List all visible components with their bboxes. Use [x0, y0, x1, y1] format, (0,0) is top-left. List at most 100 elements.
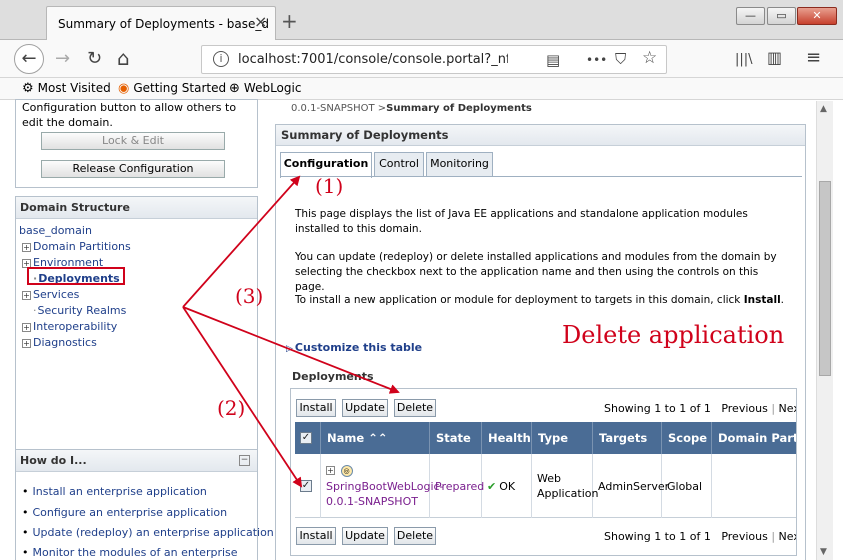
- column-scope[interactable]: Scope: [662, 422, 712, 454]
- back-icon[interactable]: ←: [14, 44, 44, 74]
- app-name-link[interactable]: SpringBootWebLogic- 0.0.1-SNAPSHOT: [326, 479, 444, 509]
- state-value[interactable]: Prepared: [435, 480, 484, 493]
- page-title: Summary of Deployments: [276, 125, 805, 146]
- description-paragraph-3: To install a new application or module f…: [295, 294, 785, 306]
- tab-divider: [280, 176, 802, 177]
- url-input[interactable]: localhost:7001/console/console.portal?_n…: [238, 52, 508, 67]
- sort-icon[interactable]: ⌃⌃: [368, 431, 387, 445]
- description-paragraph-1: This page displays the list of Java EE a…: [295, 208, 748, 235]
- menu-icon[interactable]: ≡: [806, 49, 821, 67]
- minimize-button[interactable]: —: [736, 7, 765, 25]
- more-actions-icon[interactable]: •••: [586, 51, 607, 69]
- change-center-panel: Configuration button to allow others to …: [15, 99, 258, 188]
- deployments-section-label: Deployments: [292, 370, 374, 383]
- tree-item-diagnostics[interactable]: + Diagnostics: [22, 336, 97, 349]
- domain-structure-title: Domain Structure: [16, 197, 257, 219]
- next-link-bottom[interactable]: Next: [779, 530, 796, 543]
- library-icon[interactable]: |||\: [735, 51, 753, 69]
- bookmark-getting-started[interactable]: ◉ Getting Started: [118, 81, 226, 96]
- release-configuration-button[interactable]: Release Configuration: [41, 160, 225, 178]
- expand-icon[interactable]: +: [22, 338, 31, 348]
- reload-icon[interactable]: ↻: [87, 50, 102, 68]
- tree-item-domain-partitions[interactable]: + Domain Partitions: [22, 240, 131, 253]
- expand-icon[interactable]: +: [22, 290, 31, 300]
- row-checkbox[interactable]: ✓: [300, 480, 312, 492]
- tab-close-icon[interactable]: ×: [254, 14, 267, 30]
- firefox-icon: ◉: [118, 81, 130, 96]
- description-paragraph-2: You can update (redeploy) or delete inst…: [295, 251, 777, 293]
- table-header-row: ✓ Name ⌃⌃ State Health Type Targets Scop…: [295, 422, 796, 454]
- browser-tab[interactable]: Summary of Deployments - base_d ×: [46, 6, 276, 40]
- column-domain-partitions[interactable]: Domain Partitions: [712, 422, 796, 454]
- annotation-step-3: (3): [235, 284, 264, 308]
- pocket-icon[interactable]: ⛉: [615, 50, 626, 68]
- column-type[interactable]: Type: [532, 422, 593, 454]
- update-button[interactable]: Update: [342, 399, 388, 417]
- bookmark-star-icon[interactable]: ☆: [642, 49, 657, 67]
- tab-monitoring[interactable]: Monitoring: [426, 152, 493, 176]
- next-link[interactable]: Next: [779, 402, 796, 415]
- new-tab-icon[interactable]: +: [281, 9, 298, 33]
- bookmarks-toolbar: ⚙ Most Visited ◉ Getting Started ⊕ WebLogic: [0, 78, 843, 100]
- select-all-checkbox[interactable]: ✓: [300, 432, 312, 444]
- tree-root-base-domain[interactable]: base_domain: [19, 224, 92, 237]
- annotation-caption: Delete application: [562, 321, 785, 349]
- table-row: ✓ + ◎ SpringBootWebLogic- 0.0.1-SNAPSHOT…: [295, 454, 796, 518]
- row-select-cell: ✓: [295, 454, 321, 518]
- expand-triangle-icon: ▷: [286, 344, 293, 354]
- howto-update-link[interactable]: • Update (redeploy) an enterprise applica…: [22, 526, 274, 539]
- globe-icon: ⊕: [229, 81, 240, 96]
- tab-control[interactable]: Control: [374, 152, 424, 176]
- tree-item-services[interactable]: + Services: [22, 288, 79, 301]
- column-health[interactable]: Health: [482, 422, 532, 454]
- install-button-bottom[interactable]: Install: [296, 527, 336, 545]
- tree-item-interoperability[interactable]: + Interoperability: [22, 320, 117, 333]
- howto-install-link[interactable]: • Install an enterprise application: [22, 485, 207, 498]
- bookmark-most-visited[interactable]: ⚙ Most Visited: [22, 81, 111, 96]
- health-cell: ✔ OK: [482, 454, 532, 518]
- scrollbar-thumb[interactable]: [819, 181, 831, 376]
- customize-table-link[interactable]: ▷ Customize this table: [286, 341, 422, 354]
- home-icon[interactable]: ⌂: [117, 48, 130, 68]
- expand-icon[interactable]: +: [326, 466, 335, 475]
- pager-top: Showing 1 to 1 of 1 Previous | Next: [604, 402, 796, 415]
- targets-cell: AdminServer: [593, 454, 669, 518]
- maximize-button[interactable]: ▭: [767, 7, 796, 25]
- previous-link-bottom[interactable]: Previous: [721, 530, 768, 543]
- url-bar[interactable]: i localhost:7001/console/console.portal?…: [201, 45, 667, 74]
- close-window-button[interactable]: ✕: [797, 7, 837, 25]
- page-scrollbar[interactable]: ▲ ▼: [816, 101, 833, 560]
- annotation-step-1: (1): [315, 174, 344, 198]
- browser-tab-bar: Summary of Deployments - base_d × + — ▭ …: [0, 0, 843, 40]
- sidebar-icon[interactable]: ▥: [767, 49, 782, 67]
- reader-view-icon[interactable]: ▤: [546, 51, 560, 69]
- gear-icon: ⚙: [22, 81, 34, 96]
- forward-icon[interactable]: →: [55, 50, 70, 68]
- health-value: OK: [499, 479, 516, 493]
- collapse-icon[interactable]: −: [239, 455, 250, 466]
- info-icon[interactable]: i: [213, 51, 229, 67]
- column-state[interactable]: State: [430, 422, 482, 454]
- howto-monitor-link[interactable]: • Monitor the modules of an enterprise: [22, 546, 238, 559]
- previous-link[interactable]: Previous: [721, 402, 768, 415]
- scroll-down-icon[interactable]: ▼: [820, 547, 827, 557]
- change-center-text: Configuration button to allow others to …: [22, 101, 237, 129]
- install-button[interactable]: Install: [296, 399, 336, 417]
- pager-bottom: Showing 1 to 1 of 1 Previous | Next: [604, 530, 796, 543]
- ok-check-icon: ✔: [487, 479, 497, 493]
- howto-configure-link[interactable]: • Configure an enterprise application: [22, 506, 227, 519]
- delete-button-bottom[interactable]: Delete: [394, 527, 436, 545]
- annotation-step-2: (2): [217, 396, 246, 420]
- delete-button[interactable]: Delete: [394, 399, 436, 417]
- column-targets[interactable]: Targets: [593, 422, 662, 454]
- lock-edit-button[interactable]: Lock & Edit: [41, 132, 225, 150]
- update-button-bottom[interactable]: Update: [342, 527, 388, 545]
- column-name[interactable]: Name ⌃⌃: [321, 422, 430, 454]
- deployments-highlight-box: [27, 267, 125, 285]
- scroll-up-icon[interactable]: ▲: [820, 104, 827, 114]
- breadcrumb: 0.0.1-SNAPSHOT >Summary of Deployments: [291, 103, 532, 114]
- tree-item-security-realms[interactable]: ·Security Realms: [33, 304, 126, 317]
- expand-icon[interactable]: +: [22, 242, 31, 252]
- bookmark-weblogic[interactable]: ⊕ WebLogic: [229, 81, 301, 96]
- expand-icon[interactable]: +: [22, 322, 31, 332]
